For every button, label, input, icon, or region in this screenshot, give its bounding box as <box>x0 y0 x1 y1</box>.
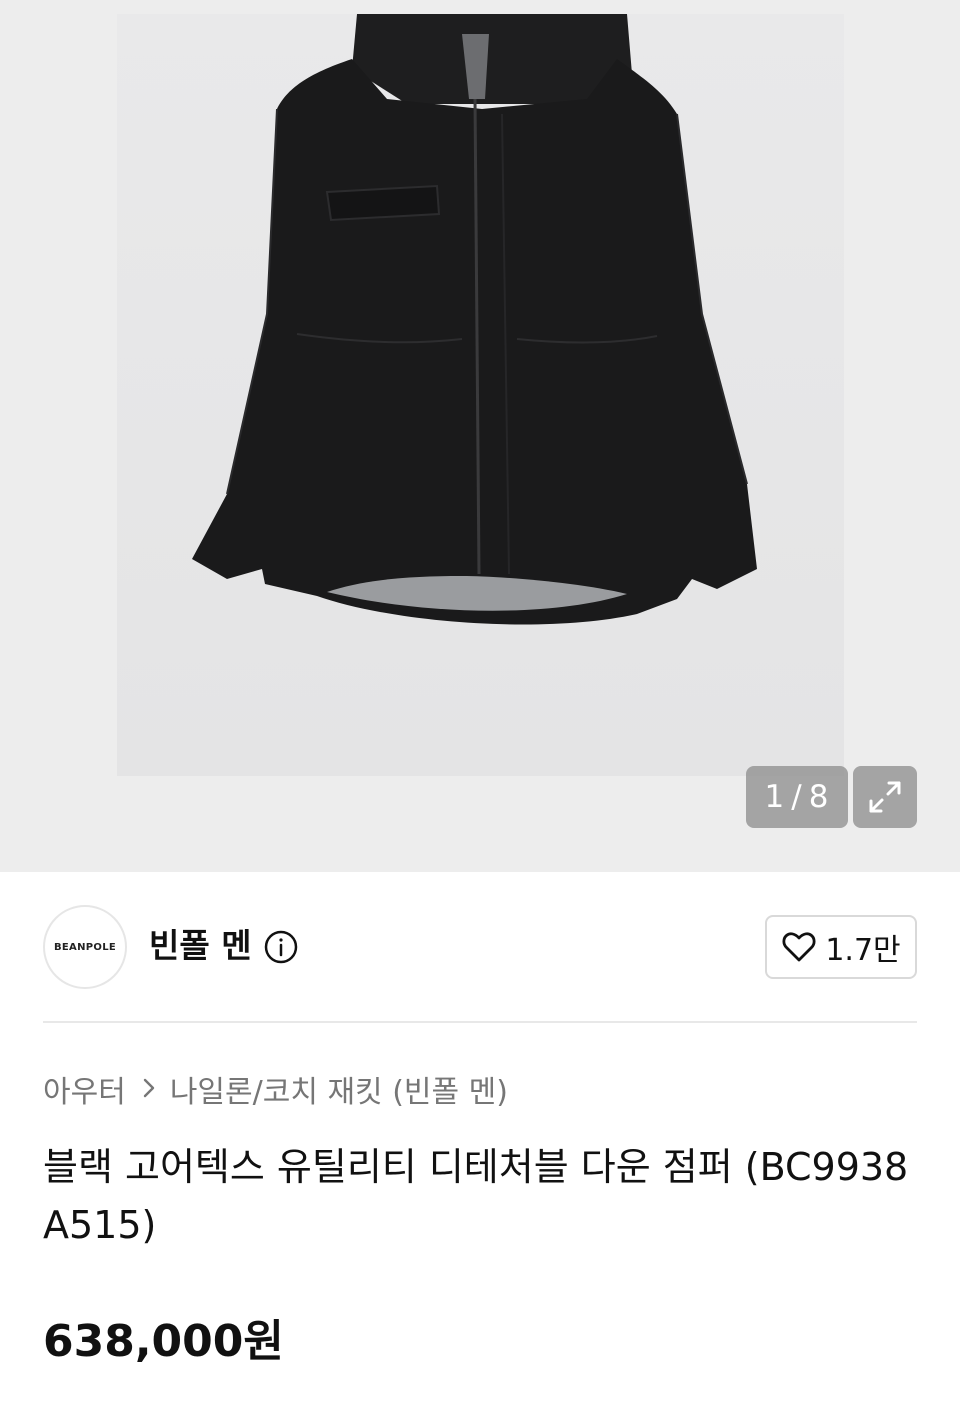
divider <box>43 1021 917 1023</box>
brand-logo[interactable]: BEANPOLE <box>43 905 127 989</box>
heart-icon <box>782 932 816 962</box>
image-counter: 1 / 8 <box>746 766 848 828</box>
brand-row: BEANPOLE 빈폴 멘 1.7만 <box>43 905 917 989</box>
chevron-right-icon <box>142 1072 156 1107</box>
brand-name[interactable]: 빈폴 멘 <box>149 923 252 969</box>
image-counter-total: 8 <box>808 779 830 815</box>
product-price: 638,000원 <box>43 1316 284 1367</box>
image-counter-separator: / <box>791 779 803 815</box>
breadcrumb-item-category[interactable]: 나일론/코치 재킷 (빈폴 멘) <box>170 1067 508 1111</box>
jacket-image <box>192 14 757 625</box>
like-count: 1.7만 <box>825 933 901 968</box>
brand-logo-text: BEANPOLE <box>54 941 116 953</box>
product-title: 블랙 고어텍스 유틸리티 디테처블 다운 점퍼 (BC9938A515) <box>43 1145 909 1247</box>
product-image-gallery[interactable]: 1 / 8 <box>0 0 960 872</box>
expand-button[interactable] <box>853 766 917 828</box>
expand-icon <box>869 781 901 813</box>
breadcrumb-item-outer[interactable]: 아우터 <box>43 1067 126 1111</box>
info-icon[interactable] <box>263 929 299 965</box>
image-counter-current: 1 <box>764 779 786 815</box>
breadcrumb: 아우터 나일론/코치 재킷 (빈폴 멘) <box>43 1066 508 1112</box>
like-button[interactable]: 1.7만 <box>765 915 917 979</box>
product-photo[interactable] <box>117 14 844 776</box>
